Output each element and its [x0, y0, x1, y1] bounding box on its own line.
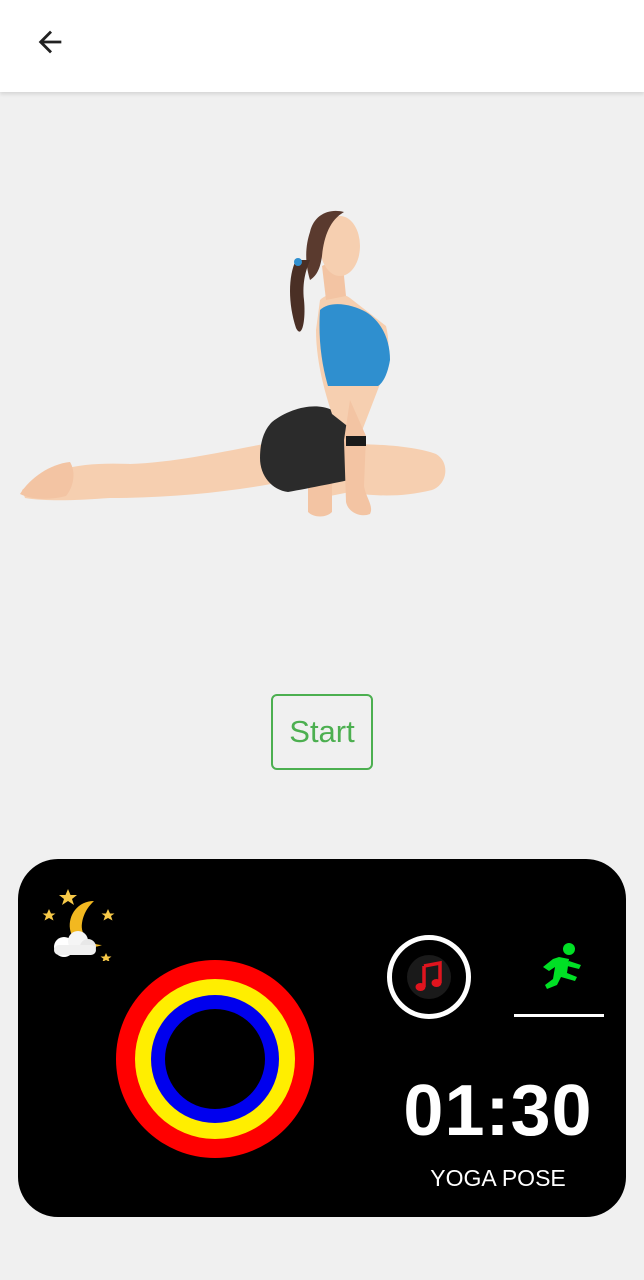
running-person-icon: [543, 943, 581, 989]
app-bar: [0, 0, 644, 92]
exercise-widget: 01:30 YOGA POSE: [18, 859, 626, 1217]
yoga-pose-illustration: [20, 210, 446, 517]
back-button[interactable]: [26, 20, 74, 64]
tab-indicator: [514, 1014, 604, 1017]
exercise-mode-button[interactable]: [514, 941, 604, 1017]
breathing-rings: [116, 960, 314, 1158]
music-button[interactable]: [387, 935, 471, 1019]
pose-label: YOGA POSE: [430, 1165, 566, 1191]
start-button[interactable]: Start: [271, 694, 373, 770]
moon-stars-icon: [42, 889, 115, 961]
music-note-icon: [407, 955, 451, 999]
countdown-timer: 01:30: [403, 1071, 593, 1151]
arrow-left-icon: [38, 30, 62, 54]
